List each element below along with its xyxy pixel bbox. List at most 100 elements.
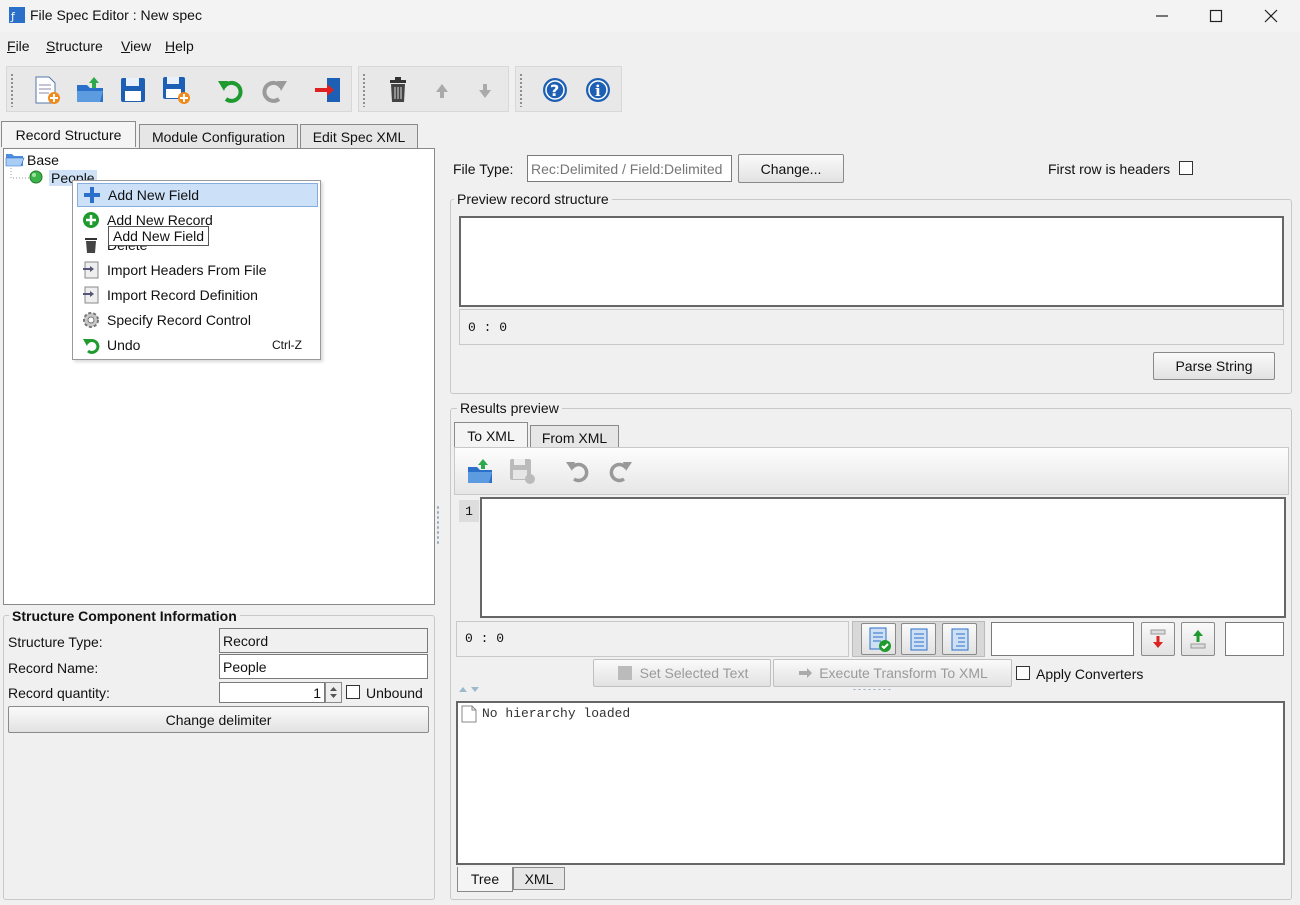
redo-icon[interactable] bbox=[257, 73, 291, 107]
svg-text:i: i bbox=[595, 82, 601, 100]
set-selected-text-button[interactable]: Set Selected Text bbox=[593, 659, 771, 687]
tab-xml[interactable]: XML bbox=[513, 867, 565, 890]
new-file-icon[interactable] bbox=[29, 73, 63, 107]
toolbar-file-group bbox=[6, 66, 352, 112]
execute-transform-button[interactable]: Execute Transform To XML bbox=[773, 659, 1012, 687]
gear-icon bbox=[81, 310, 101, 330]
open-folder-icon[interactable] bbox=[73, 73, 107, 107]
results-preview-title: Results preview bbox=[457, 400, 562, 416]
document-icon bbox=[461, 705, 477, 727]
trash-icon[interactable] bbox=[381, 73, 415, 107]
move-down-icon[interactable] bbox=[468, 73, 502, 107]
unbound-checkbox[interactable] bbox=[346, 685, 360, 699]
search-input[interactable] bbox=[991, 622, 1134, 656]
results-toolbar bbox=[454, 447, 1289, 495]
toolbar-edit-group bbox=[358, 66, 509, 112]
tab-module-configuration[interactable]: Module Configuration bbox=[139, 124, 298, 148]
open-folder-icon[interactable] bbox=[463, 454, 497, 488]
undo-icon[interactable] bbox=[214, 73, 248, 107]
splitter-handle[interactable] bbox=[436, 505, 440, 545]
info-icon[interactable]: i bbox=[581, 73, 615, 107]
validate-document-icon[interactable] bbox=[861, 623, 896, 655]
record-name-field[interactable]: People bbox=[219, 654, 428, 679]
hierarchy-panel[interactable] bbox=[456, 701, 1285, 865]
preview-record-title: Preview record structure bbox=[454, 191, 612, 207]
svg-text:?: ? bbox=[550, 81, 559, 100]
unbound-label: Unbound bbox=[366, 685, 423, 701]
menu-structure[interactable]: Structure bbox=[46, 38, 103, 54]
transform-icon bbox=[799, 668, 813, 678]
toolbar-grip[interactable] bbox=[362, 73, 366, 107]
first-row-headers-label: First row is headers bbox=[1048, 161, 1171, 177]
context-menu: Add New Field Add New Record Delete Impo… bbox=[72, 180, 321, 360]
menu-item-specify-record-control[interactable]: Specify Record Control bbox=[77, 308, 318, 332]
record-node-icon bbox=[29, 170, 43, 188]
quantity-stepper[interactable] bbox=[325, 682, 342, 703]
redo-icon[interactable] bbox=[603, 454, 637, 488]
file-type-field bbox=[527, 155, 732, 182]
apply-converters-checkbox[interactable] bbox=[1016, 666, 1030, 680]
app-icon: ƒ bbox=[8, 6, 26, 24]
tab-edit-spec-xml[interactable]: Edit Spec XML bbox=[300, 124, 418, 148]
menu-help[interactable]: Help bbox=[165, 38, 194, 54]
toolbar-grip[interactable] bbox=[519, 73, 523, 107]
help-icon[interactable]: ? bbox=[538, 73, 572, 107]
document-tree-icon[interactable] bbox=[942, 623, 977, 655]
set-text-icon bbox=[617, 666, 632, 680]
menu-item-import-headers[interactable]: Import Headers From File bbox=[77, 258, 318, 282]
record-name-label: Record Name: bbox=[8, 660, 99, 676]
shortcut-label: Ctrl-Z bbox=[272, 338, 302, 352]
close-button[interactable] bbox=[1243, 0, 1299, 32]
results-status-bar bbox=[456, 621, 849, 657]
collapse-arrows-icon[interactable] bbox=[458, 686, 484, 694]
plus-icon bbox=[82, 185, 102, 205]
file-type-label: File Type: bbox=[453, 161, 514, 177]
find-down-icon[interactable] bbox=[1141, 622, 1175, 656]
preview-position: 0 : 0 bbox=[468, 320, 508, 335]
preview-text-area[interactable] bbox=[459, 216, 1284, 307]
first-row-headers-checkbox[interactable] bbox=[1179, 161, 1193, 175]
move-up-icon[interactable] bbox=[425, 73, 459, 107]
hierarchy-status-text: No hierarchy loaded bbox=[482, 706, 631, 721]
results-position: 0 : 0 bbox=[465, 631, 505, 646]
find-up-icon[interactable] bbox=[1181, 622, 1215, 656]
import-icon bbox=[81, 285, 101, 305]
save-as-icon[interactable] bbox=[505, 454, 539, 488]
structure-type-label: Structure Type: bbox=[8, 634, 103, 650]
results-text-area[interactable] bbox=[480, 497, 1286, 618]
menu-view[interactable]: View bbox=[121, 38, 151, 54]
maximize-button[interactable] bbox=[1188, 0, 1244, 32]
find-result-field[interactable] bbox=[1225, 622, 1284, 656]
document-list-icon[interactable] bbox=[901, 623, 936, 655]
tab-to-xml[interactable]: To XML bbox=[454, 422, 528, 448]
tab-from-xml[interactable]: From XML bbox=[530, 425, 619, 449]
menu-item-add-new-field[interactable]: Add New Field bbox=[77, 183, 318, 207]
menu-item-import-record-definition[interactable]: Import Record Definition bbox=[77, 283, 318, 307]
change-delimiter-button[interactable]: Change delimiter bbox=[8, 706, 429, 733]
record-quantity-label: Record quantity: bbox=[8, 685, 110, 701]
tab-record-structure[interactable]: Record Structure bbox=[1, 121, 136, 147]
structure-info-title: Structure Component Information bbox=[9, 608, 240, 624]
save-icon[interactable] bbox=[116, 73, 150, 107]
undo-icon bbox=[81, 335, 101, 355]
apply-converters-label: Apply Converters bbox=[1036, 666, 1144, 682]
change-file-type-button[interactable]: Change... bbox=[738, 154, 844, 183]
toolbar-help-group: ? i bbox=[515, 66, 622, 112]
exit-icon[interactable] bbox=[311, 73, 345, 107]
tooltip: Add New Field bbox=[108, 226, 210, 246]
add-circle-icon bbox=[81, 210, 101, 230]
menu-file[interactable]: File bbox=[7, 38, 30, 54]
tab-tree[interactable]: Tree bbox=[457, 867, 513, 892]
record-quantity-spinner[interactable]: 1 bbox=[219, 682, 325, 703]
parse-string-button[interactable]: Parse String bbox=[1153, 352, 1275, 380]
import-icon bbox=[81, 260, 101, 280]
save-as-icon[interactable] bbox=[159, 73, 193, 107]
line-number: 1 bbox=[459, 500, 479, 522]
minimize-button[interactable] bbox=[1134, 0, 1190, 32]
tree-node-base[interactable]: Base bbox=[27, 152, 59, 168]
toolbar-grip[interactable] bbox=[10, 73, 14, 107]
splitter-handle[interactable] bbox=[852, 688, 892, 691]
trash-icon bbox=[81, 235, 101, 255]
undo-icon[interactable] bbox=[561, 454, 595, 488]
menu-item-undo[interactable]: Undo Ctrl-Z bbox=[77, 333, 318, 357]
